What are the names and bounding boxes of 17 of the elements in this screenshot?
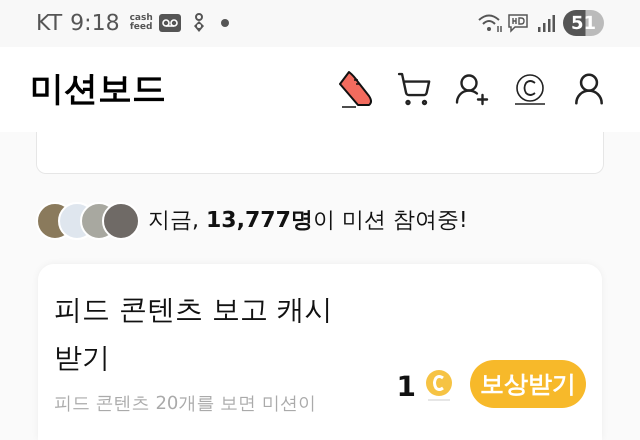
- voicemail-icon: [158, 14, 181, 32]
- participants-text: 지금, 13,777명이 미션 참여중!: [148, 207, 468, 236]
- page-title: 미션보드: [30, 68, 166, 111]
- hd-call-icon: [506, 13, 529, 34]
- coin-icon: [424, 368, 454, 402]
- mission-title: 피드 콘텐츠 보고 캐시 받기: [54, 292, 334, 376]
- location-pin-icon: [192, 13, 205, 34]
- cart-icon[interactable]: [396, 71, 432, 108]
- carrier-text: KT: [36, 10, 62, 38]
- mission-description: 피드 콘텐츠 20개를 보면 미션이: [54, 392, 316, 416]
- reward-amount: 1: [396, 368, 416, 405]
- wifi-icon: [476, 13, 503, 34]
- clock-text: 9:18: [70, 10, 120, 38]
- signal-icon: [536, 14, 555, 32]
- app-logo: cash feed: [130, 14, 153, 32]
- claim-reward-button[interactable]: 보상받기: [470, 360, 586, 408]
- coin-icon[interactable]: [512, 71, 548, 108]
